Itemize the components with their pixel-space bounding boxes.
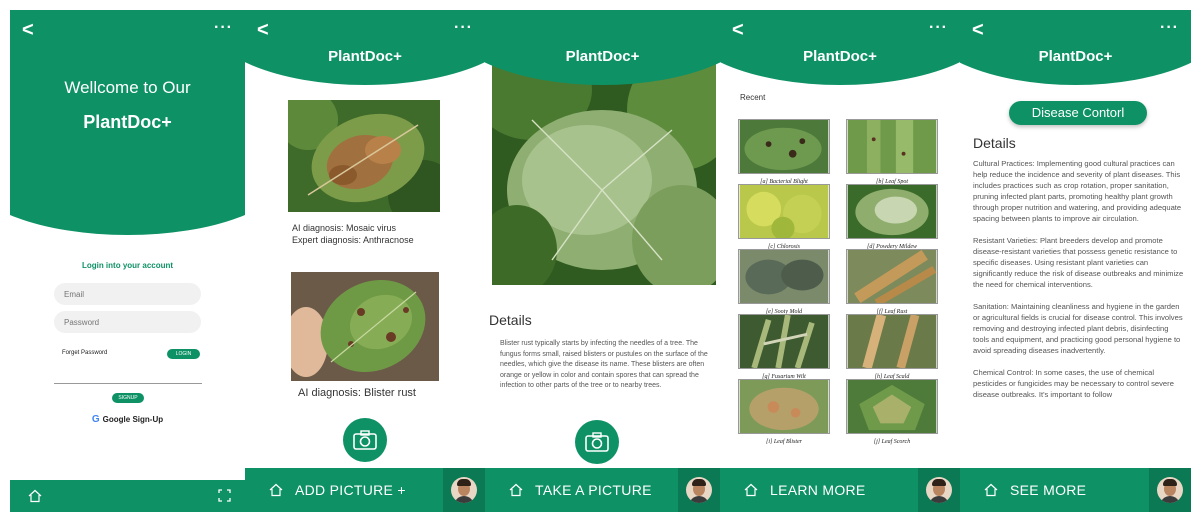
disease-card-leaf-scald[interactable]: [h] Leaf Scald	[846, 313, 938, 381]
avatar	[926, 477, 952, 503]
email-field[interactable]	[54, 283, 201, 305]
expand-icon[interactable]	[218, 489, 231, 502]
bottom-bar: LEARN MORE	[720, 468, 960, 512]
brand-title: PlantDoc+	[1038, 48, 1113, 65]
login-button[interactable]: LOGIN	[167, 349, 200, 359]
blister-rust-large-image	[492, 50, 716, 285]
details-text: Blister rust typically starts by infecti…	[500, 340, 708, 389]
signup-button[interactable]: SIGNUP	[112, 393, 144, 403]
disease-grid: [a] Bacterial Blight [b] Leaf Spot [c] C…	[736, 119, 944, 446]
bottom-bar: ADD PICTURE +	[245, 468, 485, 512]
home-icon[interactable]	[28, 489, 42, 503]
leaf-spot-image	[846, 119, 938, 174]
leaf-scorch-image	[846, 379, 938, 434]
home-icon[interactable]	[744, 483, 758, 497]
home-icon[interactable]	[269, 483, 283, 497]
google-signup-button[interactable]: G Google Sign-Up	[10, 414, 245, 425]
avatar	[1157, 477, 1183, 503]
chlorosis-image	[738, 184, 830, 240]
ai-diagnosis-1: AI diagnosis: Mosaic virus	[292, 223, 397, 233]
brand-title: PlantDoc+	[328, 48, 402, 65]
login-screen: < ··· Wellcome to Our PlantDoc+ Login in…	[10, 10, 245, 512]
brand-title: PlantDoc+	[83, 112, 172, 132]
disease-card-chlorosis[interactable]: [c] Chlorosis	[738, 184, 830, 251]
cultural-practices-text: Cultural Practices: Implementing good cu…	[973, 159, 1182, 223]
more-menu-icon[interactable]: ···	[454, 18, 473, 38]
disease-card-leaf-blister[interactable]: [i] Leaf Blister	[738, 379, 830, 446]
password-field[interactable]	[54, 311, 201, 333]
brand-title: PlantDoc+	[803, 48, 877, 65]
fusarium-wilt-image	[738, 314, 830, 369]
back-icon[interactable]: <	[972, 20, 984, 40]
powdery-mildew-image	[846, 184, 938, 239]
learn-more-button[interactable]: LEARN MORE	[770, 482, 866, 498]
blister-rust-leaf-image[interactable]	[291, 272, 439, 381]
disease-label: [i] Leaf Blister	[765, 439, 802, 445]
profile-button[interactable]	[678, 468, 720, 512]
take-picture-button[interactable]: TAKE A PICTURE	[535, 482, 652, 498]
leaf-rust-image	[846, 249, 938, 307]
details-text: Cultural Practices: Implementing good cu…	[973, 158, 1185, 411]
disease-card-powdery-mildew[interactable]: [d] Powdery Mildew	[846, 184, 938, 251]
avatar	[686, 477, 712, 503]
home-icon[interactable]	[509, 483, 523, 497]
resistant-varieties-text: Resistant Varieties: Plant breeders deve…	[973, 236, 1184, 289]
profile-button[interactable]	[443, 468, 485, 512]
bottom-bar	[10, 480, 245, 512]
mosaic-virus-leaf-image[interactable]	[288, 100, 440, 212]
details-screen: PlantDoc+ Details Blister rust typically…	[485, 10, 720, 512]
avatar	[451, 477, 477, 503]
more-menu-icon[interactable]: ···	[214, 18, 233, 38]
bottom-bar: SEE MORE	[960, 468, 1191, 512]
ai-diagnosis-2: AI diagnosis: Blister rust	[298, 387, 416, 399]
disease-label: [j] Leaf Scorch	[873, 439, 911, 445]
add-picture-button[interactable]: ADD PICTURE +	[295, 482, 406, 498]
forgot-password-link[interactable]: Forget Password	[62, 350, 107, 356]
disease-control-button[interactable]: Disease Contorl	[1009, 101, 1147, 125]
more-menu-icon[interactable]: ···	[929, 18, 948, 38]
bacterial-blight-image	[738, 119, 830, 174]
more-menu-icon[interactable]: ···	[1160, 18, 1179, 38]
camera-icon	[353, 430, 377, 450]
sooty-mold-image	[738, 249, 830, 304]
details-title: Details	[973, 135, 1016, 151]
disease-card-sooty-mold[interactable]: [e] Sooty Mold	[738, 249, 830, 316]
disease-card-leaf-rust[interactable]: [f] Leaf Rust	[846, 249, 938, 316]
chemical-control-text: Chemical Control: In some cases, the use…	[973, 368, 1174, 399]
details-title: Details	[489, 312, 532, 328]
google-signup-label: Google Sign-Up	[102, 415, 164, 424]
bottom-bar: TAKE A PICTURE	[485, 468, 720, 512]
welcome-text: Wellcome to Our	[64, 78, 191, 97]
sanitation-text: Sanitation: Maintaining cleanliness and …	[973, 302, 1183, 355]
login-title: Login into your account	[81, 261, 174, 270]
back-icon[interactable]: <	[257, 20, 269, 40]
back-icon[interactable]: <	[732, 20, 744, 40]
results-screen: < ··· PlantDoc+ AI diagnosis: Mosaic vir…	[245, 10, 485, 512]
profile-button[interactable]	[1149, 468, 1191, 512]
profile-button[interactable]	[918, 468, 960, 512]
google-icon: G	[91, 414, 100, 425]
camera-icon	[585, 432, 609, 452]
brand-title: PlantDoc+	[565, 48, 640, 65]
divider	[54, 383, 202, 384]
leaf-scald-image	[846, 313, 938, 370]
disease-card-leaf-spot[interactable]: [b] Leaf Spot	[846, 119, 938, 186]
camera-button[interactable]	[575, 420, 619, 464]
recent-label: Recent	[740, 93, 766, 102]
leaf-blister-image	[738, 379, 830, 434]
back-icon[interactable]: <	[22, 20, 34, 40]
disease-control-screen: < ··· PlantDoc+ Disease Contorl Details …	[960, 10, 1191, 512]
disease-card-bacterial-blight[interactable]: [a] Bacterial Blight	[738, 119, 830, 186]
expert-diagnosis-1: Expert diagnosis: Anthracnose	[292, 235, 414, 245]
home-icon[interactable]	[984, 483, 998, 497]
learn-screen: < ··· PlantDoc+ Recent [a] Bacterial Bli…	[720, 10, 960, 512]
diagnosis-caption-1: AI diagnosis: Mosaic virus Expert diagno…	[292, 222, 414, 246]
camera-button[interactable]	[343, 418, 387, 462]
disease-card-leaf-scorch[interactable]: [j] Leaf Scorch	[846, 379, 938, 446]
see-more-button[interactable]: SEE MORE	[1010, 482, 1086, 498]
disease-card-fusarium-wilt[interactable]: [g] Fusarium Wilt	[738, 314, 830, 381]
